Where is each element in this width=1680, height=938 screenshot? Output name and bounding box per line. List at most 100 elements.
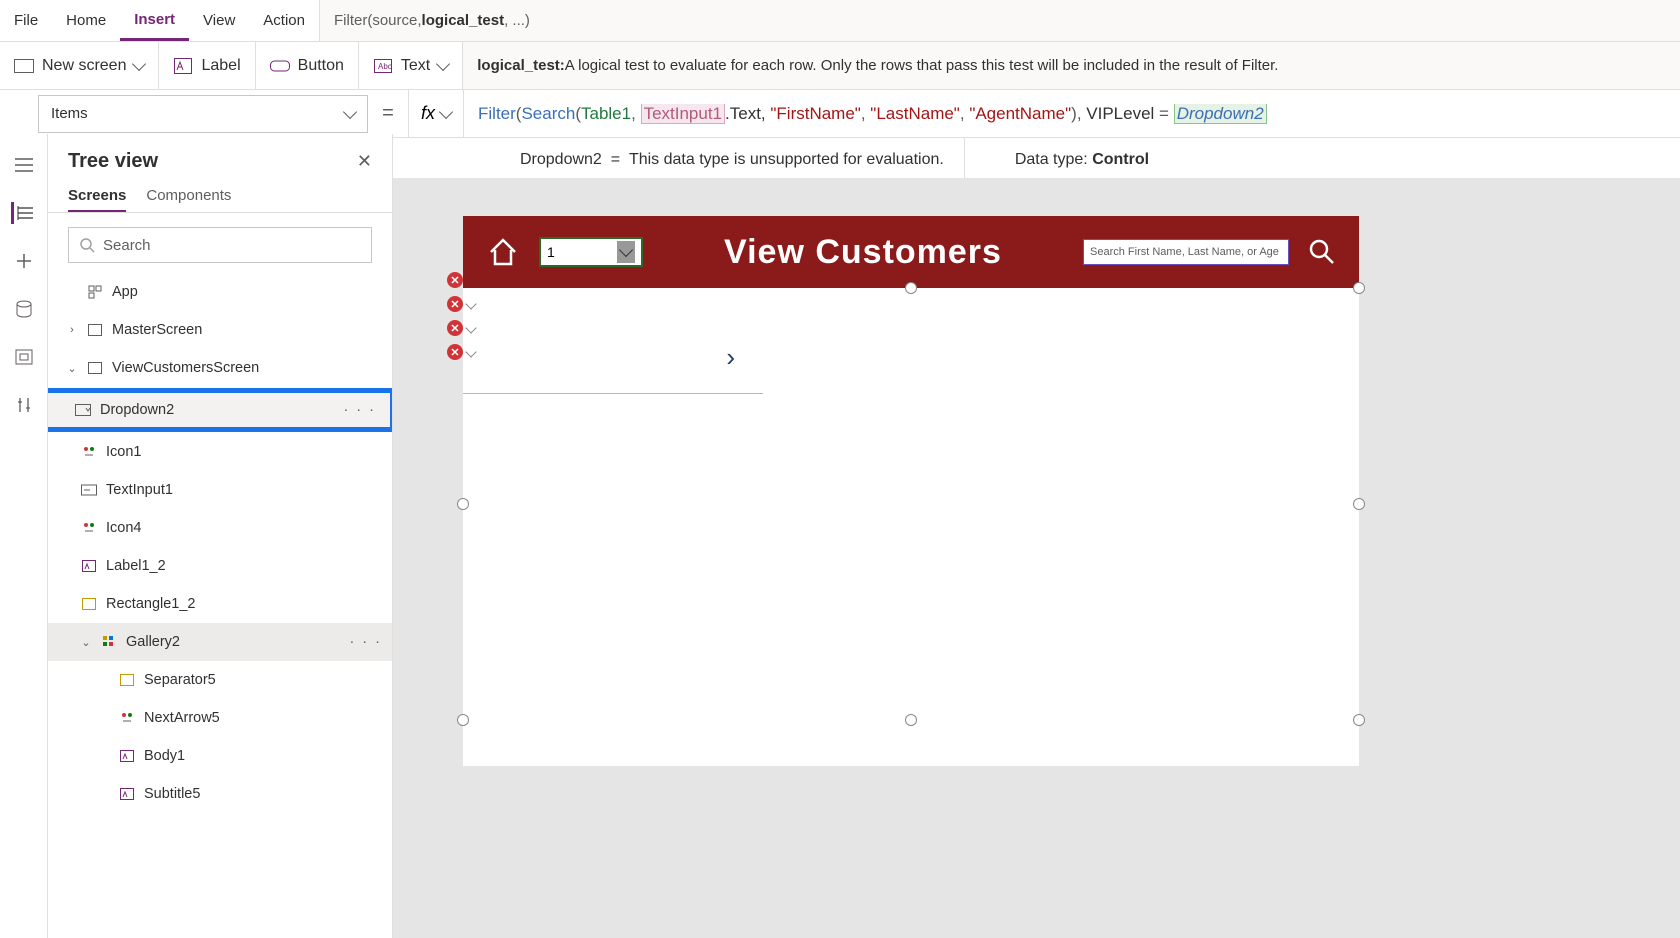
tree-label: Gallery2 bbox=[126, 634, 180, 650]
tab-screens[interactable]: Screens bbox=[68, 181, 126, 212]
insert-button-text: Button bbox=[298, 57, 344, 75]
insert-label-text: Label bbox=[201, 57, 240, 75]
param-desc: A logical test to evaluate for each row.… bbox=[565, 57, 1279, 74]
svg-text:Abc: Abc bbox=[378, 62, 392, 71]
resize-handle[interactable] bbox=[1353, 498, 1365, 510]
fx-button[interactable]: fx bbox=[408, 90, 464, 137]
result-msg: This data type is unsupported for evalua… bbox=[629, 151, 944, 169]
more-options-button[interactable]: · · · bbox=[349, 634, 382, 650]
tree-label: TextInput1 bbox=[106, 482, 173, 498]
insert-text-label: Text bbox=[401, 57, 430, 75]
app-icon bbox=[86, 283, 104, 301]
app-stage[interactable]: 1 View Customers Search First Name, Last… bbox=[463, 216, 1359, 766]
tab-components[interactable]: Components bbox=[146, 181, 231, 212]
insert-label-button[interactable]: Label bbox=[159, 42, 255, 89]
chevron-down-icon bbox=[132, 56, 146, 70]
tree-label: Body1 bbox=[144, 748, 185, 764]
screen-icon bbox=[86, 321, 104, 339]
search-icon bbox=[79, 237, 95, 253]
datatype-label: Data type: bbox=[1015, 151, 1088, 169]
fn-search: Search bbox=[521, 104, 575, 123]
formula-editor[interactable]: Filter(Search(Table1, TextInput1.Text, "… bbox=[464, 104, 1680, 124]
insert-text-button[interactable]: Abc Text bbox=[359, 42, 463, 89]
menu-insert[interactable]: Insert bbox=[120, 0, 189, 41]
chevron-down-icon bbox=[436, 56, 450, 70]
menu-file[interactable]: File bbox=[0, 0, 52, 41]
rectangle-icon bbox=[80, 595, 98, 613]
rectangle-icon bbox=[118, 671, 136, 689]
chevron-right-icon[interactable]: › bbox=[726, 342, 735, 373]
tree-node-icon1[interactable]: Icon1 bbox=[48, 433, 392, 471]
tree-node-icon4[interactable]: Icon4 bbox=[48, 509, 392, 547]
new-screen-button[interactable]: New screen bbox=[0, 42, 159, 89]
menu-home[interactable]: Home bbox=[52, 0, 120, 41]
chevron-down-icon bbox=[439, 104, 453, 118]
label-icon bbox=[173, 58, 193, 74]
home-icon[interactable] bbox=[485, 234, 521, 270]
app-header-banner: 1 View Customers Search First Name, Last… bbox=[463, 216, 1359, 288]
dropdown2-control[interactable]: 1 bbox=[539, 237, 643, 267]
tree-label: Icon1 bbox=[106, 444, 141, 460]
icon-control-icon bbox=[80, 519, 98, 537]
resize-handle[interactable] bbox=[905, 714, 917, 726]
more-options-button[interactable]: · · · bbox=[343, 402, 376, 418]
tree-label: Separator5 bbox=[144, 672, 216, 688]
icon-control-icon bbox=[80, 443, 98, 461]
resize-handle[interactable] bbox=[457, 714, 469, 726]
resize-handle[interactable] bbox=[1353, 714, 1365, 726]
label-icon bbox=[118, 747, 136, 765]
fx-label: fx bbox=[421, 103, 435, 124]
hint-bold: logical_test bbox=[422, 12, 505, 29]
error-badge[interactable]: ✕ bbox=[447, 296, 475, 312]
result-lhs: Dropdown2 bbox=[520, 151, 602, 169]
data-icon[interactable] bbox=[13, 298, 35, 320]
gallery-icon bbox=[100, 633, 118, 651]
search-icon[interactable] bbox=[1307, 237, 1337, 267]
comma: , bbox=[1077, 104, 1086, 123]
media-icon[interactable] bbox=[13, 346, 35, 368]
tree-node-subtitle5[interactable]: Subtitle5 bbox=[48, 775, 392, 813]
menu-action[interactable]: Action bbox=[249, 0, 319, 41]
str-lastname: "LastName" bbox=[870, 104, 960, 123]
advanced-tools-icon[interactable] bbox=[13, 394, 35, 416]
comma: , bbox=[631, 104, 640, 123]
fn-filter: Filter bbox=[478, 104, 516, 123]
datatype-value: Control bbox=[1092, 151, 1149, 169]
insert-icon[interactable] bbox=[13, 250, 35, 272]
tree-label: App bbox=[112, 284, 138, 300]
tree-node-gallery2[interactable]: ⌄ Gallery2 · · · bbox=[48, 623, 392, 661]
tree-node-body1[interactable]: Body1 bbox=[48, 737, 392, 775]
label-icon bbox=[118, 785, 136, 803]
tree-label: MasterScreen bbox=[112, 322, 202, 338]
close-panel-button[interactable]: ✕ bbox=[357, 151, 372, 172]
property-selector[interactable]: Items bbox=[38, 95, 368, 133]
chevron-down-icon bbox=[617, 241, 635, 263]
tree-view-icon[interactable] bbox=[11, 202, 33, 224]
screen-icon bbox=[14, 58, 34, 74]
error-badge[interactable]: ✕ bbox=[447, 272, 475, 288]
resize-handle[interactable] bbox=[457, 498, 469, 510]
tree-node-textinput1[interactable]: TextInput1 bbox=[48, 471, 392, 509]
tree-node-nextarrow5[interactable]: NextArrow5 bbox=[48, 699, 392, 737]
search-placeholder: Search bbox=[103, 237, 151, 254]
str-firstname: "FirstName" bbox=[770, 104, 860, 123]
hamburger-icon[interactable] bbox=[13, 154, 35, 176]
tree-node-label12[interactable]: Label1_2 bbox=[48, 547, 392, 585]
canvas-area: 1 View Customers Search First Name, Last… bbox=[393, 178, 1680, 938]
insert-button-button[interactable]: Button bbox=[256, 42, 359, 89]
tree-node-dropdown2[interactable]: Dropdown2 · · · bbox=[48, 391, 392, 429]
tree-node-masterscreen[interactable]: › MasterScreen bbox=[48, 311, 392, 349]
tree-node-viewcustomers[interactable]: ⌄ ViewCustomersScreen bbox=[48, 349, 392, 387]
gallery-row[interactable]: › bbox=[463, 328, 763, 394]
menu-view[interactable]: View bbox=[189, 0, 249, 41]
tree-label: Rectangle1_2 bbox=[106, 596, 196, 612]
tree-node-rectangle12[interactable]: Rectangle1_2 bbox=[48, 585, 392, 623]
chevron-down-icon bbox=[343, 104, 357, 118]
tree-label: Icon4 bbox=[106, 520, 141, 536]
ribbon: New screen Label Button Abc Text logical… bbox=[0, 42, 1680, 90]
search-input-control[interactable]: Search First Name, Last Name, or Age bbox=[1083, 239, 1289, 265]
ref-viplevel: VIPLevel bbox=[1086, 104, 1159, 123]
tree-node-separator5[interactable]: Separator5 bbox=[48, 661, 392, 699]
tree-search-input[interactable]: Search bbox=[68, 227, 372, 263]
tree-node-app[interactable]: App bbox=[48, 273, 392, 311]
